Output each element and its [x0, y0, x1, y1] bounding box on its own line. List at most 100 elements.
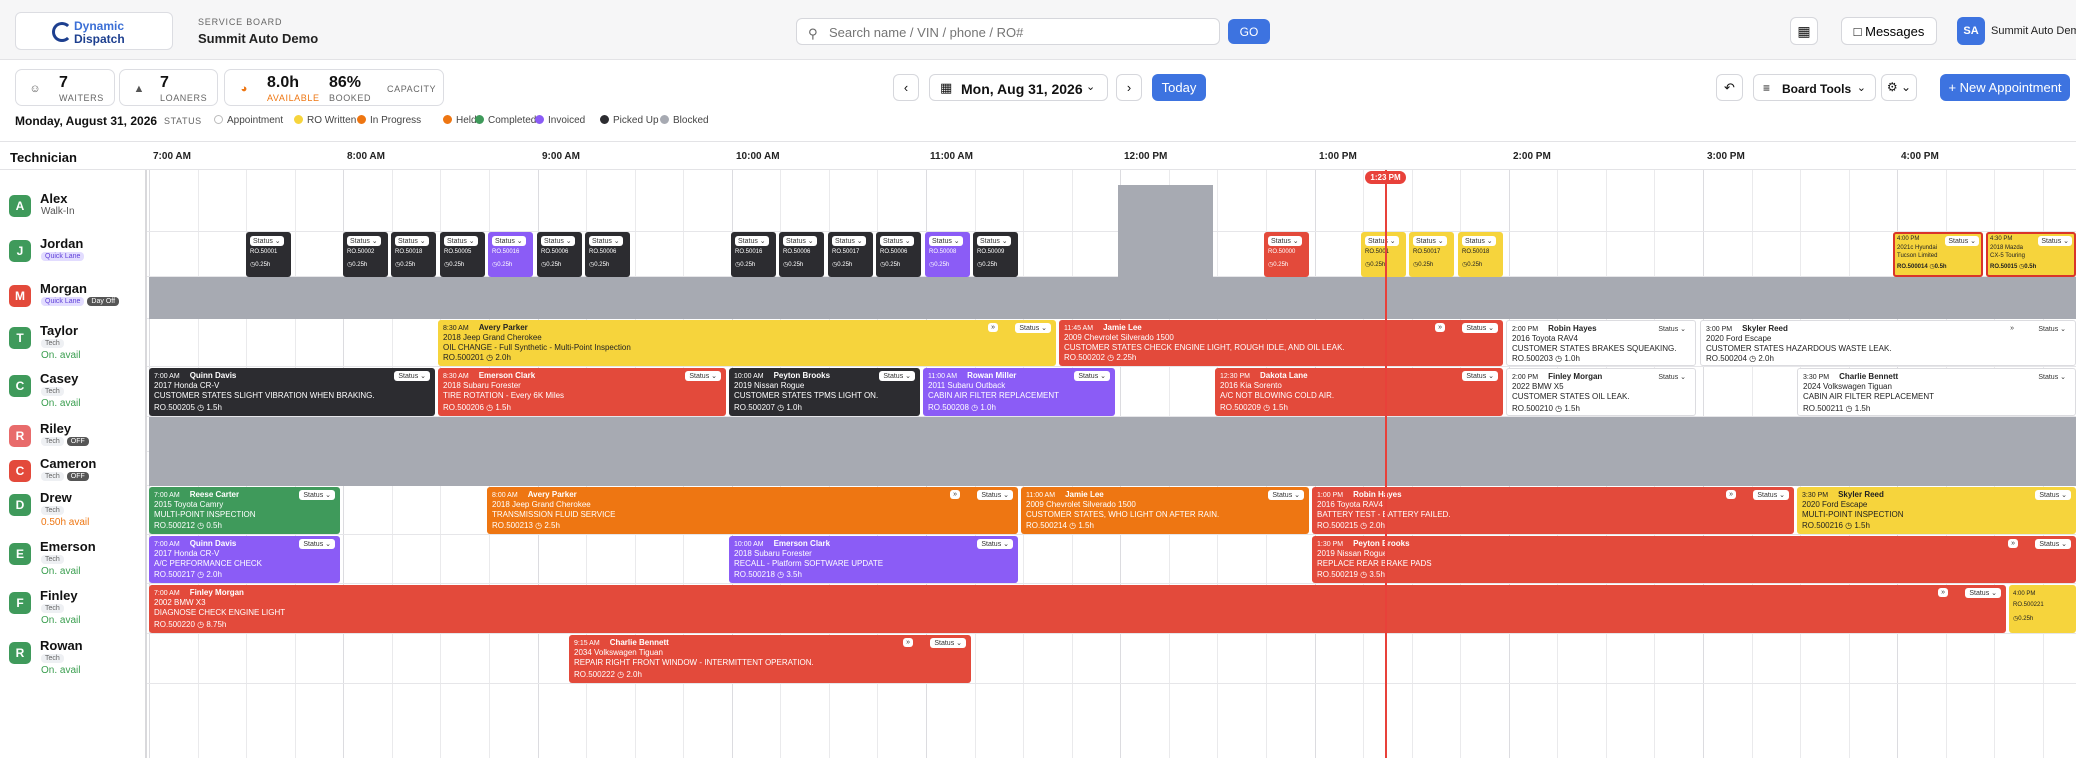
status-dropdown[interactable]: Status ⌄: [541, 236, 575, 246]
status-dropdown[interactable]: Status ⌄: [299, 539, 335, 549]
appointment-block[interactable]: 2:00 PM Robin Hayes 2016 Toyota RAV4 CUSTOM…: [1506, 320, 1696, 366]
quick-lane-tile[interactable]: Status ⌄ RO.50009 ◷0.25h: [973, 232, 1018, 277]
status-dropdown[interactable]: Status ⌄: [2035, 490, 2071, 500]
status-dropdown[interactable]: Status ⌄: [1753, 490, 1789, 500]
appointment-block[interactable]: 4:00 PM RO.500221 ◷0.25h: [2009, 585, 2076, 633]
expand-icon[interactable]: »: [950, 490, 960, 499]
appointment-block[interactable]: 11:00 AM Rowan Miller 2011 Subaru Outback C…: [923, 368, 1115, 416]
expand-icon[interactable]: »: [2007, 324, 2017, 333]
status-dropdown[interactable]: Status ⌄: [929, 236, 963, 246]
quick-lane-tile[interactable]: Status ⌄ RO.50005 ◷0.25h: [440, 232, 485, 277]
appointment-block[interactable]: 10:00 AM Peyton Brooks 2019 Nissan Rogue CU…: [729, 368, 920, 416]
quick-lane-tile[interactable]: Status ⌄ RO.5001 ◷0.25h: [1361, 232, 1406, 277]
quick-lane-tile[interactable]: Status ⌄ RO.50018 ◷0.25h: [391, 232, 436, 277]
expand-icon[interactable]: »: [2008, 539, 2018, 548]
status-dropdown[interactable]: Status ⌄: [880, 236, 914, 246]
status-dropdown[interactable]: Status ⌄: [1462, 323, 1498, 333]
status-dropdown[interactable]: Status ⌄: [783, 236, 817, 246]
appointment-block[interactable]: 9:15 AM Charlie Bennett 2034 Volkswagen Ti…: [569, 635, 971, 683]
quick-lane-tile[interactable]: Status ⌄ RO.50017 ◷0.25h: [828, 232, 873, 277]
apps-grid-icon[interactable]: ▦: [1790, 17, 1818, 45]
status-dropdown[interactable]: Status ⌄: [977, 490, 1013, 500]
tech-name[interactable]: Finley: [40, 588, 78, 603]
prev-day-button[interactable]: ‹: [893, 74, 919, 101]
quick-lane-tile[interactable]: Status ⌄ RO.50017 ◷0.25h: [1409, 232, 1454, 277]
status-dropdown[interactable]: Status ⌄: [832, 236, 866, 246]
appointment-block[interactable]: 7:00 AM Reese Carter 2015 Toyota Camry MULT…: [149, 487, 340, 534]
status-dropdown[interactable]: Status ⌄: [1413, 236, 1447, 246]
status-dropdown[interactable]: Status ⌄: [2038, 236, 2072, 246]
status-dropdown[interactable]: Status ⌄: [444, 236, 478, 246]
search-box[interactable]: ⚲: [796, 18, 1220, 45]
status-dropdown[interactable]: Status ⌄: [1462, 371, 1498, 381]
expand-icon[interactable]: »: [988, 323, 998, 332]
status-dropdown[interactable]: Status ⌄: [492, 236, 526, 246]
status-dropdown[interactable]: Status ⌄: [347, 236, 381, 246]
appointment-block[interactable]: 11:00 AM Jamie Lee 2009 Chevrolet Silverad…: [1021, 487, 1309, 534]
new-appointment-button[interactable]: + New Appointment: [1940, 74, 2070, 101]
capacity-stat[interactable]: ◕ 8.0h AVAILABLE 86% BOOKED CAPACITY: [224, 69, 444, 106]
app-logo[interactable]: Dynamic Dispatch: [15, 12, 173, 50]
avatar[interactable]: SA: [1957, 17, 1985, 45]
status-dropdown[interactable]: Status ⌄: [2034, 324, 2070, 334]
tech-name[interactable]: Riley: [40, 421, 71, 436]
tech-name[interactable]: Taylor: [40, 323, 78, 338]
appointment-block[interactable]: 4:00 PM Status ⌄ 2021c Hyundai Tucson Limit…: [1893, 232, 1983, 277]
status-dropdown[interactable]: Status ⌄: [1654, 372, 1690, 382]
appointment-block[interactable]: 11:45 AM Jamie Lee 2009 Chevrolet Silverad…: [1059, 320, 1503, 366]
appointment-block[interactable]: 8:30 AM Emerson Clark 2018 Subaru Forester…: [438, 368, 726, 416]
status-dropdown[interactable]: Status ⌄: [1654, 324, 1690, 334]
loaners-stat[interactable]: ▲ 7 LOANERS: [119, 69, 218, 106]
status-dropdown[interactable]: Status ⌄: [735, 236, 769, 246]
appointment-block[interactable]: 12:30 PM Dakota Lane 2016 Kia Sorento A/C N…: [1215, 368, 1503, 416]
messages-button[interactable]: □ Messages: [1841, 17, 1937, 45]
status-dropdown[interactable]: Status ⌄: [1945, 236, 1979, 246]
appointment-block[interactable]: 7:00 AM Quinn Davis 2017 Honda CR-V A/C PER…: [149, 536, 340, 583]
today-button[interactable]: Today: [1152, 74, 1206, 101]
status-dropdown[interactable]: Status ⌄: [977, 539, 1013, 549]
tech-name[interactable]: Alex: [40, 191, 67, 206]
status-dropdown[interactable]: Status ⌄: [1074, 371, 1110, 381]
status-dropdown[interactable]: Status ⌄: [977, 236, 1011, 246]
status-dropdown[interactable]: Status ⌄: [1268, 490, 1304, 500]
tech-name[interactable]: Cameron: [40, 456, 96, 471]
quick-lane-tile[interactable]: Status ⌄ RO.50008 ◷0.25h: [925, 232, 970, 277]
tech-name[interactable]: Drew: [40, 490, 72, 505]
undo-button[interactable]: ↶: [1716, 74, 1743, 101]
appointment-block[interactable]: 8:00 AM Avery Parker 2018 Jeep Grand Chero…: [487, 487, 1018, 534]
appointment-block[interactable]: 8:30 AM Avery Parker 2018 Jeep Grand Chero…: [438, 320, 1056, 366]
status-dropdown[interactable]: Status ⌄: [879, 371, 915, 381]
waiters-stat[interactable]: ☺ 7 WAITERS: [15, 69, 115, 106]
status-dropdown[interactable]: Status ⌄: [1965, 588, 2001, 598]
appointment-block[interactable]: 3:30 PM Charlie Bennett 2024 Volkswagen Ti…: [1797, 368, 2076, 416]
status-dropdown[interactable]: Status ⌄: [685, 371, 721, 381]
settings-button[interactable]: ⚙ ⌄: [1881, 74, 1917, 101]
appointment-block[interactable]: 7:00 AM Finley Morgan 2002 BMW X3 DIAGNOSE …: [149, 585, 2006, 633]
status-dropdown[interactable]: Status ⌄: [930, 638, 966, 648]
status-dropdown[interactable]: Status ⌄: [395, 236, 429, 246]
appointment-block[interactable]: 7:00 AM Quinn Davis 2017 Honda CR-V CUSTOME…: [149, 368, 435, 416]
appointment-block[interactable]: 3:30 PM Skyler Reed 2020 Ford Escape MULTI-…: [1797, 487, 2076, 534]
status-dropdown[interactable]: Status ⌄: [2035, 539, 2071, 549]
tech-name[interactable]: Jordan: [40, 236, 83, 251]
quick-lane-tile[interactable]: Status ⌄ RO.50000 ◷0.25h: [1264, 232, 1309, 277]
status-dropdown[interactable]: Status ⌄: [394, 371, 430, 381]
quick-lane-tile[interactable]: Status ⌄ RO.50018 ◷0.25h: [1458, 232, 1503, 277]
quick-lane-tile[interactable]: Status ⌄ RO.50016 ◷0.25h: [488, 232, 533, 277]
go-button[interactable]: GO: [1228, 19, 1270, 44]
search-input[interactable]: [829, 24, 1209, 40]
appointment-block[interactable]: 1:30 PM Peyton Brooks 2019 Nissan Rogue REP…: [1312, 536, 2076, 583]
expand-icon[interactable]: »: [903, 638, 913, 647]
expand-icon[interactable]: »: [1726, 490, 1736, 499]
quick-lane-tile[interactable]: Status ⌄ RO.50006 ◷0.25h: [876, 232, 921, 277]
quick-lane-tile[interactable]: Status ⌄ RO.50006 ◷0.25h: [537, 232, 582, 277]
tech-name[interactable]: Morgan: [40, 281, 87, 296]
status-dropdown[interactable]: Status ⌄: [1015, 323, 1051, 333]
quick-lane-tile[interactable]: Status ⌄ RO.50016 ◷0.25h: [731, 232, 776, 277]
next-day-button[interactable]: ›: [1116, 74, 1142, 101]
quick-lane-tile[interactable]: Status ⌄ RO.50006 ◷0.25h: [779, 232, 824, 277]
quick-lane-tile[interactable]: Status ⌄ RO.50006 ◷0.25h: [585, 232, 630, 277]
appointment-block[interactable]: 2:00 PM Finley Morgan 2022 BMW X5 CUSTOMER …: [1506, 368, 1696, 416]
status-dropdown[interactable]: Status ⌄: [589, 236, 623, 246]
quick-lane-tile[interactable]: Status ⌄ RO.50001 ◷0.25h: [246, 232, 291, 277]
